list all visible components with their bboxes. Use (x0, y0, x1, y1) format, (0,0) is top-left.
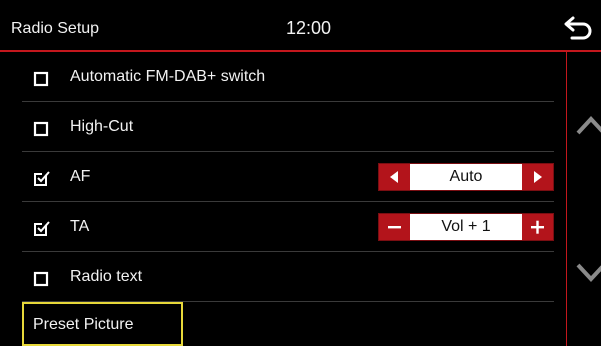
back-button[interactable] (562, 13, 596, 43)
back-arrow-icon (564, 16, 592, 40)
setting-label: Radio text (70, 268, 143, 285)
af-previous-button[interactable] (379, 164, 410, 190)
setting-row-radio-text[interactable]: Radio text (0, 252, 566, 302)
checkbox-unchecked-icon[interactable] (31, 69, 51, 89)
plus-icon (531, 220, 544, 234)
ta-volume-decrease-button[interactable] (379, 214, 410, 240)
preset-picture-label: Preset Picture (33, 316, 134, 333)
ta-volume-increase-button[interactable] (522, 214, 553, 240)
chevron-down-icon (576, 263, 601, 282)
triangle-left-icon (390, 171, 398, 183)
setting-row-high-cut[interactable]: High-Cut (0, 102, 566, 152)
scroll-strip (566, 52, 601, 346)
ta-volume-value: Vol + 1 (441, 218, 491, 235)
triangle-right-icon (534, 171, 542, 183)
setting-label: TA (70, 218, 90, 235)
setting-label: AF (70, 168, 91, 185)
ta-volume-stepper: Vol + 1 (378, 213, 554, 241)
scroll-up-button[interactable] (574, 112, 601, 138)
clock: 12:00 (286, 18, 332, 38)
header-bar: Radio Setup 12:00 (0, 0, 601, 52)
checkbox-checked-icon[interactable] (31, 169, 51, 189)
setting-label: Automatic FM-DAB+ switch (70, 68, 266, 85)
af-next-button[interactable] (522, 164, 553, 190)
setting-label: High-Cut (70, 118, 134, 135)
af-selector: Auto (378, 163, 554, 191)
chevron-up-icon (576, 116, 601, 135)
setting-row-fm-dab-switch[interactable]: Automatic FM-DAB+ switch (0, 52, 566, 102)
preset-picture-item[interactable]: Preset Picture (22, 302, 183, 346)
scroll-down-button[interactable] (574, 260, 601, 286)
af-value: Auto (449, 168, 483, 185)
radio-setup-screen: Radio Setup 12:00 Automatic FM-DAB+ swit… (0, 0, 601, 346)
setting-row-af[interactable]: AF Auto (0, 152, 566, 202)
minus-icon (388, 226, 401, 229)
setting-row-ta[interactable]: TA Vol + 1 (0, 202, 566, 252)
checkbox-checked-icon[interactable] (31, 219, 51, 239)
checkbox-unchecked-icon[interactable] (31, 269, 51, 289)
checkbox-unchecked-icon[interactable] (31, 119, 51, 139)
page-title: Radio Setup (11, 20, 100, 37)
